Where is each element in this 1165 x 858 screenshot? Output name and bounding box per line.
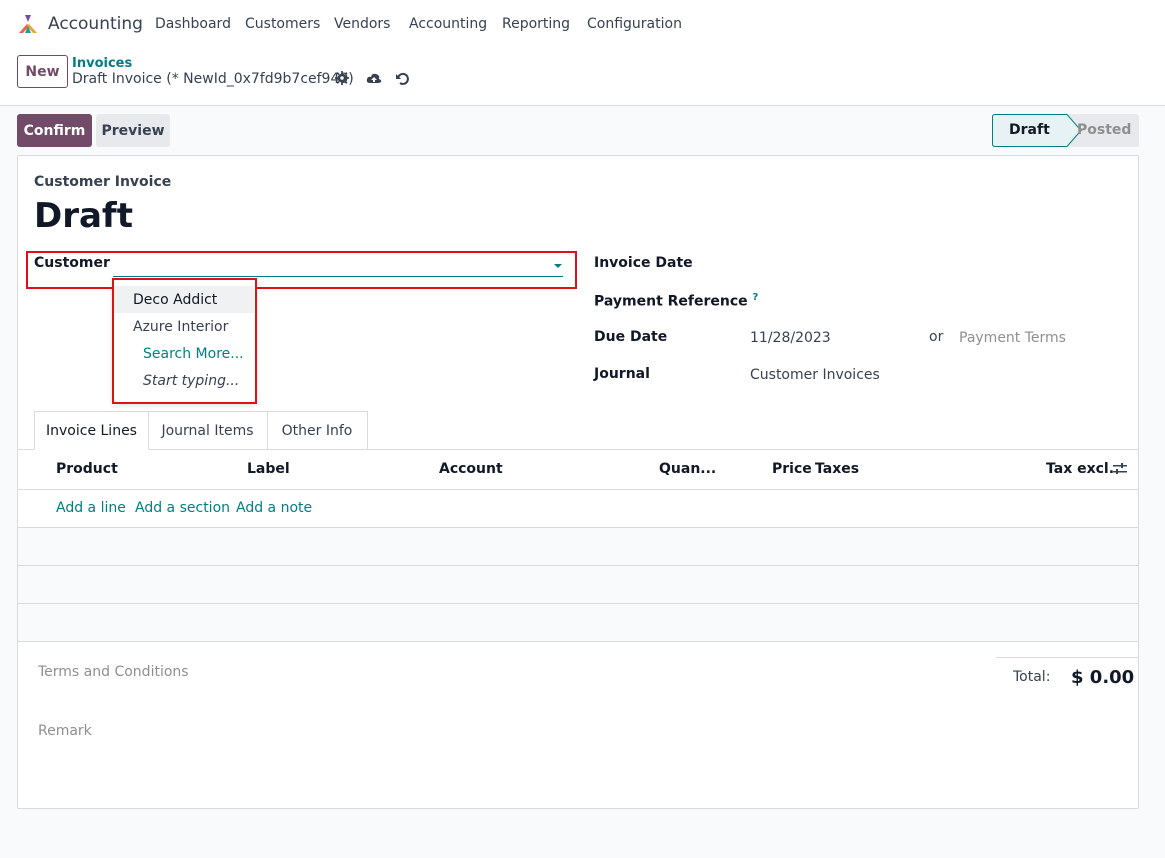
journal-label: Journal [594, 366, 650, 382]
total-value: $ 0.00 [1071, 667, 1135, 688]
table-row-divider [18, 641, 1138, 642]
total-divider [996, 657, 1138, 658]
menu-customers[interactable]: Customers [245, 16, 320, 32]
column-taxes[interactable]: Taxes [815, 461, 859, 477]
breadcrumb-invoices[interactable]: Invoices [72, 56, 132, 71]
total-label: Total: [1013, 669, 1051, 685]
menu-dashboard[interactable]: Dashboard [155, 16, 231, 32]
journal-value[interactable]: Customer Invoices [750, 367, 880, 383]
menu-configuration[interactable]: Configuration [587, 16, 682, 32]
status-draft: Draft [1009, 122, 1050, 138]
column-tax-excl[interactable]: Tax excl. [1046, 461, 1114, 477]
empty-table-row [18, 528, 1138, 565]
empty-table-row [18, 566, 1138, 603]
new-button[interactable]: New [17, 55, 68, 88]
confirm-button[interactable]: Confirm [17, 114, 92, 147]
menu-reporting[interactable]: Reporting [502, 16, 570, 32]
empty-table-row [18, 604, 1138, 641]
terms-and-conditions-input[interactable]: Terms and Conditions [38, 664, 189, 680]
column-product[interactable]: Product [56, 461, 118, 477]
column-quantity[interactable]: Quan... [659, 461, 716, 477]
menu-accounting[interactable]: Accounting [409, 16, 487, 32]
or-text: or [929, 329, 944, 345]
customer-highlight-box [26, 251, 577, 289]
payment-reference-label: Payment Reference ? [594, 292, 759, 310]
cloud-upload-icon[interactable] [366, 71, 382, 87]
add-note-link[interactable]: Add a note [236, 500, 312, 516]
tab-journal-items[interactable]: Journal Items [148, 411, 268, 450]
remark-input[interactable]: Remark [38, 723, 92, 739]
preview-button[interactable]: Preview [96, 114, 170, 147]
undo-icon[interactable] [395, 71, 411, 87]
accounting-logo-icon[interactable] [17, 13, 39, 35]
form-title: Draft [34, 196, 133, 236]
add-section-link[interactable]: Add a section [135, 500, 230, 516]
status-bar: Draft Posted [992, 114, 1139, 147]
tab-invoice-lines[interactable]: Invoice Lines [34, 411, 149, 450]
help-icon[interactable]: ? [753, 292, 759, 303]
form-subtitle: Customer Invoice [34, 174, 172, 190]
menu-vendors[interactable]: Vendors [334, 16, 390, 32]
invoice-date-label: Invoice Date [594, 255, 693, 271]
record-title: Draft Invoice (* NewId_0x7fd9b7cef940) [72, 71, 354, 87]
status-posted[interactable]: Posted [1077, 122, 1131, 138]
column-account[interactable]: Account [439, 461, 503, 477]
due-date-value[interactable]: 11/28/2023 [750, 330, 831, 346]
column-label[interactable]: Label [247, 461, 290, 477]
app-title[interactable]: Accounting [48, 14, 143, 34]
column-price[interactable]: Price [772, 461, 812, 477]
dropdown-highlight-box [112, 278, 257, 404]
add-line-link[interactable]: Add a line [56, 500, 126, 516]
column-settings-icon[interactable] [1112, 461, 1128, 477]
due-date-label: Due Date [594, 329, 668, 345]
payment-terms-input[interactable]: Payment Terms [959, 330, 1066, 346]
tab-other-info[interactable]: Other Info [267, 411, 368, 450]
gear-icon[interactable] [335, 71, 349, 85]
table-row-divider [18, 489, 1138, 490]
